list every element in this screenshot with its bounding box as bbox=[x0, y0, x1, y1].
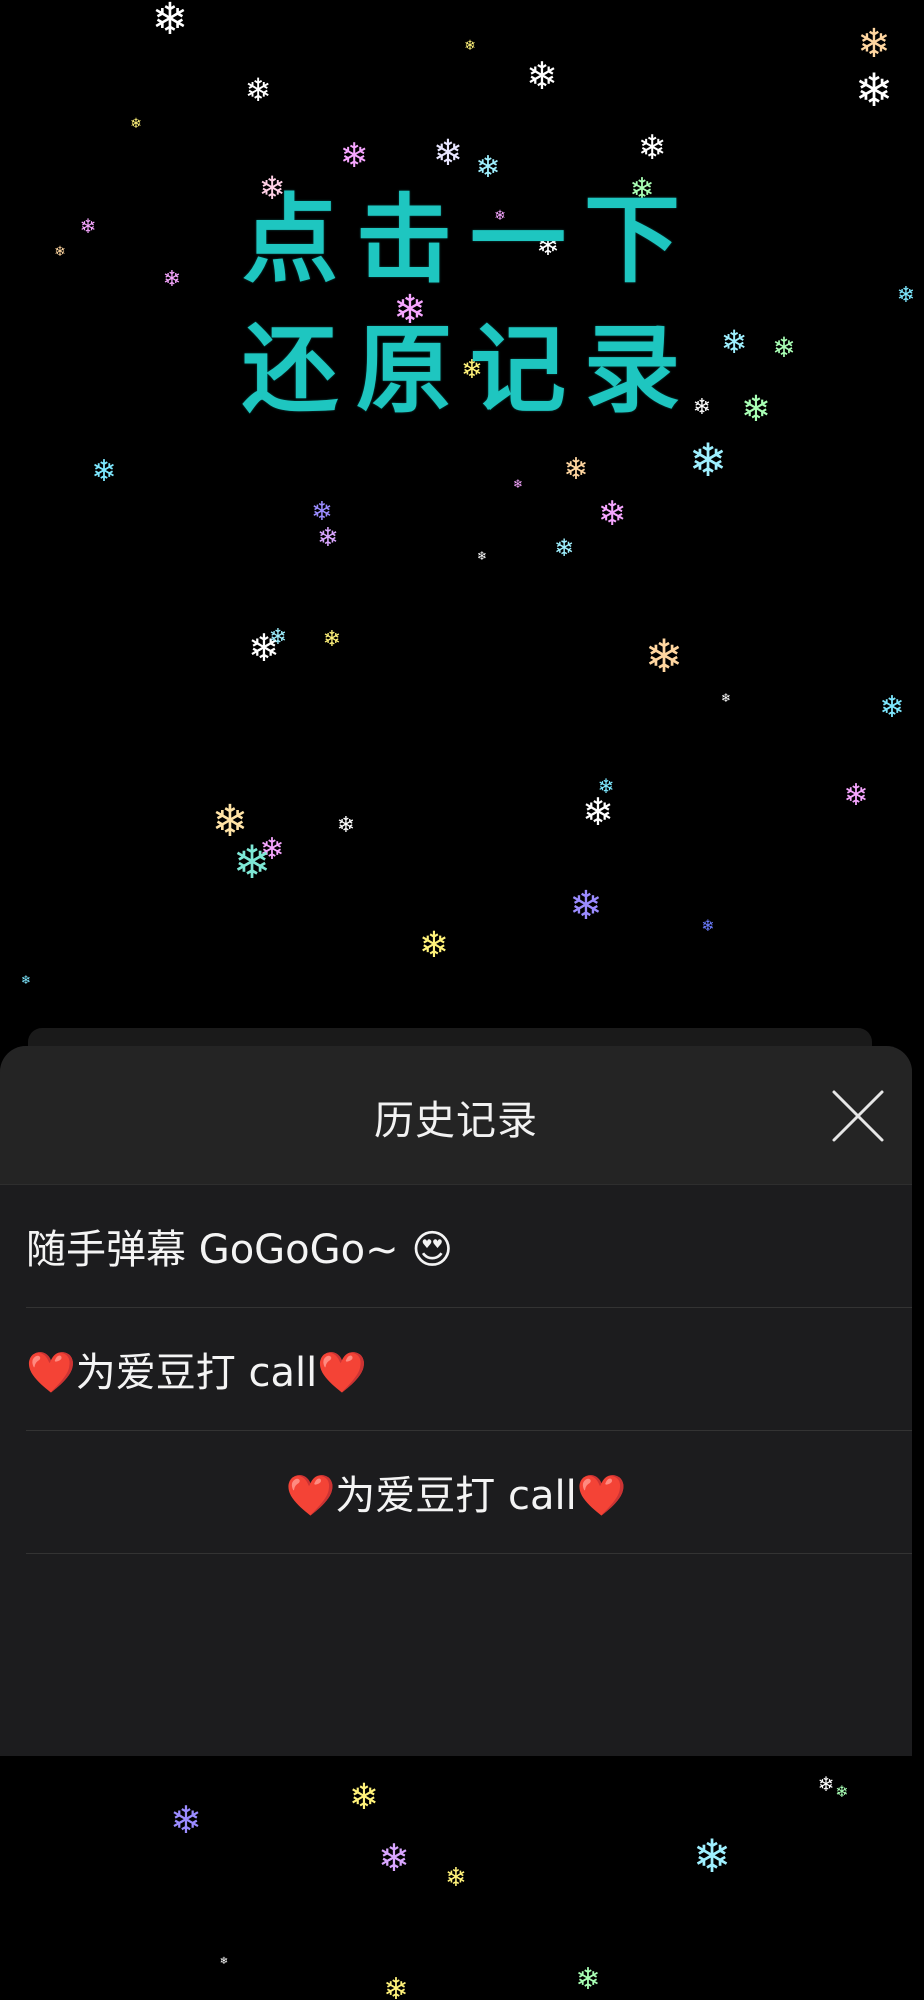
snowflake-icon: ❄ bbox=[151, 0, 189, 45]
snowflake-icon: ❄ bbox=[162, 267, 182, 292]
snowflake-icon: ❄ bbox=[575, 1962, 601, 1997]
snowflake-icon: ❄ bbox=[644, 629, 684, 683]
snowflake-icon: ❄ bbox=[170, 1798, 202, 1842]
snowflake-icon: ❄ bbox=[311, 497, 333, 527]
snowflake-icon: ❄ bbox=[464, 38, 476, 54]
snowflake-icon: ❄ bbox=[268, 625, 288, 650]
snowflake-icon: ❄ bbox=[512, 477, 524, 491]
snowflake-icon: ❄ bbox=[526, 54, 558, 98]
snowflake-icon: ❄ bbox=[383, 1972, 409, 2000]
snowflake-icon: ❄ bbox=[720, 691, 732, 705]
snowflake-icon: ❄ bbox=[569, 883, 603, 929]
history-sheet: 历史记录 随手弹幕 GoGoGo~ 😍 ❤️为爱豆打 call❤️ ❤️为爱豆打… bbox=[0, 1046, 912, 1756]
snowflake-icon: ❄ bbox=[857, 21, 891, 67]
history-item[interactable]: ❤️为爱豆打 call❤️ bbox=[26, 1308, 912, 1431]
snowflake-icon: ❄ bbox=[54, 244, 66, 260]
snowflake-icon: ❄ bbox=[317, 523, 339, 553]
snowflake-icon: ❄ bbox=[843, 778, 869, 813]
snowflake-icon: ❄ bbox=[445, 1863, 467, 1893]
snowflake-icon: ❄ bbox=[20, 973, 32, 987]
history-item[interactable]: 随手弹幕 GoGoGo~ 😍 bbox=[26, 1185, 912, 1308]
snowflake-icon: ❄ bbox=[692, 1829, 732, 1883]
snowflake-icon: ❄ bbox=[339, 136, 369, 176]
snowflake-icon: ❄ bbox=[219, 1956, 229, 1967]
snowflake-icon: ❄ bbox=[79, 214, 97, 238]
close-icon bbox=[832, 1090, 884, 1142]
snowflake-icon: ❄ bbox=[130, 116, 142, 132]
snowflake-icon: ❄ bbox=[740, 389, 772, 430]
snowflake-icon: ❄ bbox=[597, 494, 627, 534]
snowflake-icon: ❄ bbox=[688, 433, 728, 487]
snowflake-icon: ❄ bbox=[232, 835, 272, 889]
snowflake-icon: ❄ bbox=[348, 1777, 380, 1818]
history-item-label: 随手弹幕 GoGoGo~ 😍 bbox=[26, 1227, 454, 1273]
snowflake-icon: ❄ bbox=[817, 1772, 835, 1796]
history-item-label: ❤️为爱豆打 call❤️ bbox=[285, 1473, 627, 1519]
snowflake-icon: ❄ bbox=[553, 534, 575, 562]
snowflake-icon: ❄ bbox=[854, 63, 894, 117]
snowflake-icon: ❄ bbox=[91, 454, 117, 489]
snowflake-icon: ❄ bbox=[879, 690, 905, 725]
snowflake-icon: ❄ bbox=[378, 1836, 410, 1880]
snowflake-icon: ❄ bbox=[701, 916, 715, 935]
snowflake-icon: ❄ bbox=[582, 790, 614, 834]
history-item[interactable]: ❤️为爱豆打 call❤️ bbox=[26, 1431, 912, 1554]
snowflake-icon: ❄ bbox=[835, 1782, 849, 1801]
sheet-header: 历史记录 bbox=[0, 1046, 912, 1185]
restore-history-prompt[interactable]: 点击一下 还原记录 bbox=[210, 175, 730, 435]
snowflake-icon: ❄ bbox=[563, 452, 589, 487]
hero-line-2: 还原记录 bbox=[242, 313, 698, 426]
snowflake-icon: ❄ bbox=[637, 128, 667, 168]
hero-line-1: 点击一下 bbox=[242, 183, 698, 296]
snowflake-icon: ❄ bbox=[336, 813, 356, 838]
sheet-title: 历史记录 bbox=[374, 1098, 538, 1144]
snowflake-icon: ❄ bbox=[476, 549, 488, 563]
snowflake-icon: ❄ bbox=[418, 925, 450, 966]
history-item-label: ❤️为爱豆打 call❤️ bbox=[26, 1350, 368, 1396]
snowflake-icon: ❄ bbox=[244, 71, 272, 109]
snowflake-icon: ❄ bbox=[432, 133, 464, 174]
snowflake-icon: ❄ bbox=[772, 331, 796, 364]
snowflake-icon: ❄ bbox=[896, 283, 916, 308]
snowflake-icon: ❄ bbox=[322, 627, 342, 652]
close-button[interactable] bbox=[830, 1088, 886, 1144]
history-list: 随手弹幕 GoGoGo~ 😍 ❤️为爱豆打 call❤️ ❤️为爱豆打 call… bbox=[0, 1185, 912, 1554]
